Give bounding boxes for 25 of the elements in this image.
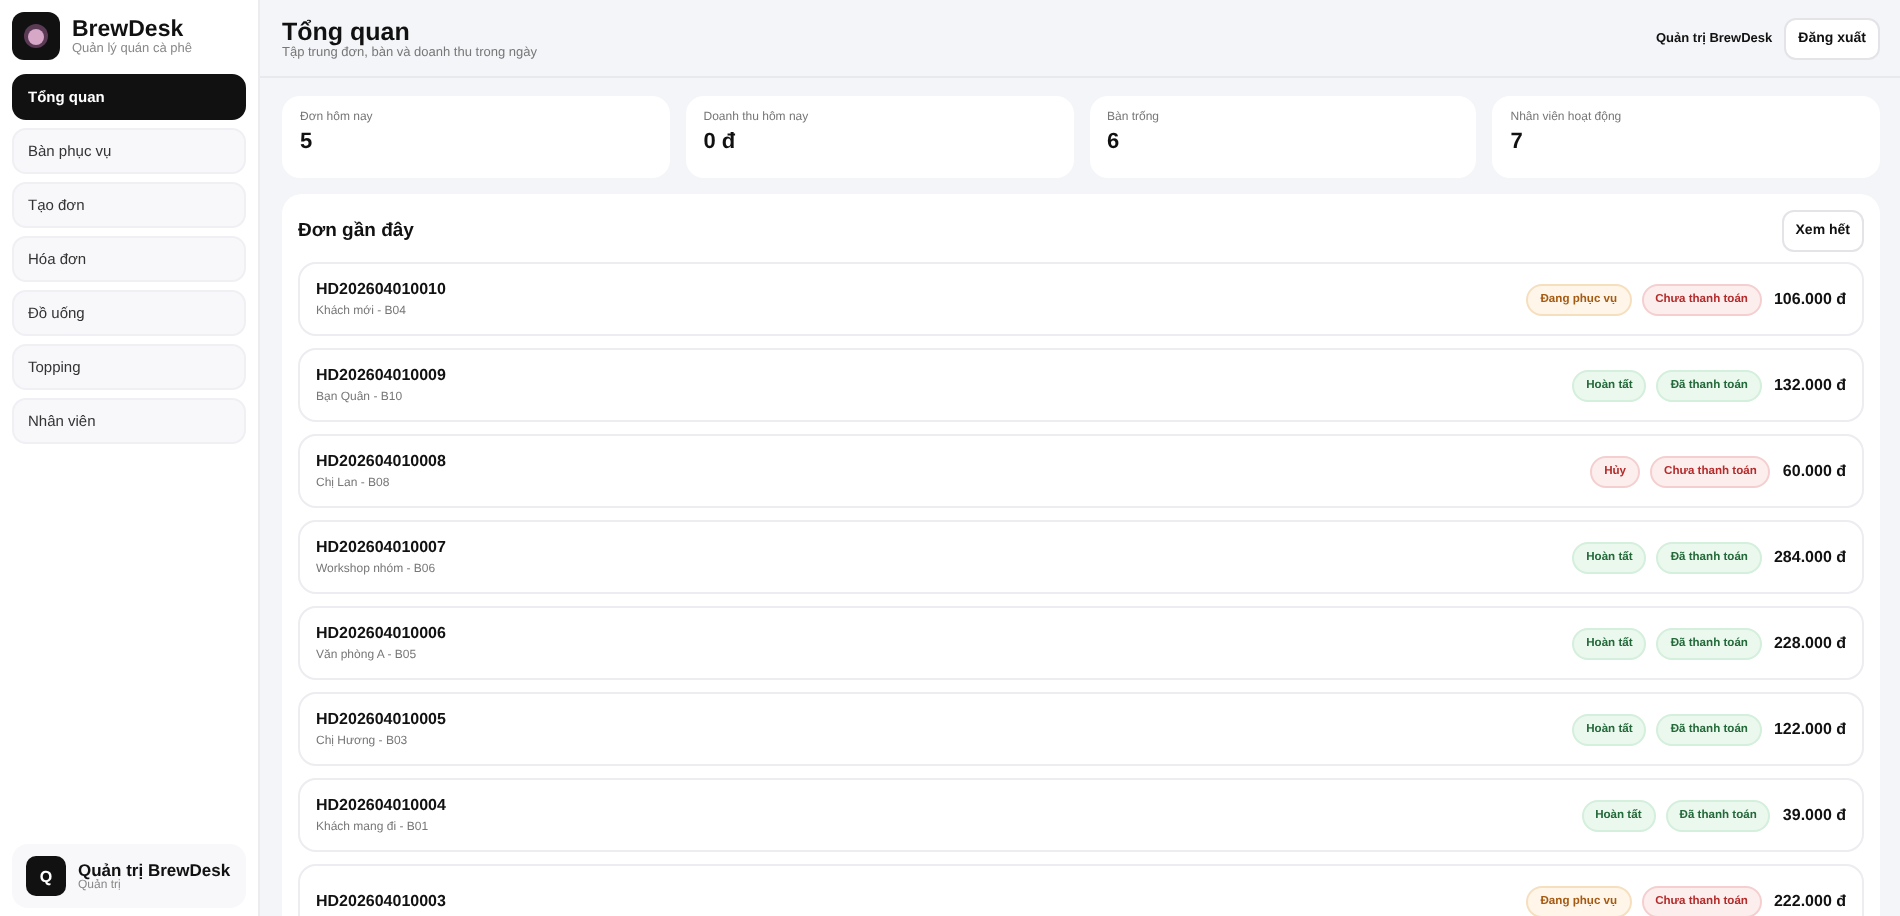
order-total: 228.000 đ (1773, 634, 1846, 652)
stat-value: 5 (300, 130, 315, 154)
panel-title: Đơn gần đây (298, 220, 414, 242)
order-total: 60.000 đ (1782, 462, 1846, 480)
order-code: HD202604010009 (316, 366, 446, 384)
order-code: HD202604010003 (316, 892, 446, 910)
page-title: Tổng quan (282, 17, 412, 45)
user-avatar: Q (26, 856, 66, 896)
order-code: HD202604010008 (316, 452, 446, 470)
order-total: 222.000 đ (1773, 892, 1846, 910)
user-name: Quản trị BrewDesk (78, 860, 231, 880)
brand-name: BrewDesk (72, 17, 186, 41)
order-code: HD202604010007 (316, 538, 446, 556)
order-code: HD202604010005 (316, 710, 446, 728)
stat-value: 0 đ (703, 130, 738, 154)
order-total: 132.000 đ (1773, 376, 1846, 394)
order-total: 284.000 đ (1773, 548, 1846, 566)
order-code: HD202604010004 (316, 796, 446, 814)
order-total: 39.000 đ (1782, 806, 1846, 824)
order-total: 122.000 đ (1773, 720, 1846, 738)
order-code: HD202604010006 (316, 624, 446, 642)
stat-value: 7 (1510, 130, 1525, 154)
order-total: 106.000 đ (1773, 290, 1846, 308)
stat-value: 6 (1107, 130, 1122, 154)
order-code: HD202604010010 (316, 280, 446, 298)
